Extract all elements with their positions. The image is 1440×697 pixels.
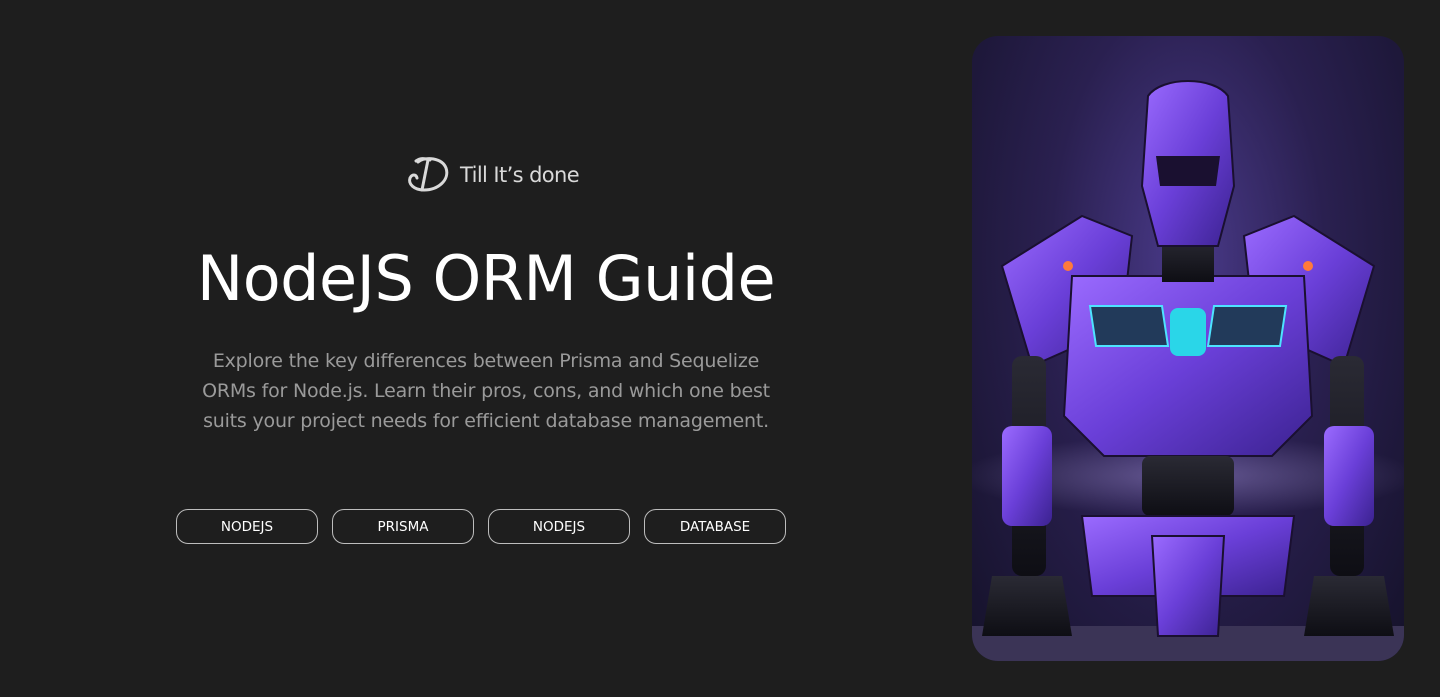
page-description: Explore the key differences between Pris… [202,350,770,432]
tag-list: NODEJS PRISMA NODEJS DATABASE [176,509,786,544]
tag-button-database[interactable]: DATABASE [644,509,786,544]
page-title: NodeJS ORM Guide [196,242,776,315]
tag-button-nodejs[interactable]: NODEJS [176,509,318,544]
tag-button-nodejs-2[interactable]: NODEJS [488,509,630,544]
tag-button-prisma[interactable]: PRISMA [332,509,474,544]
brand[interactable]: Till It’s done [404,152,580,198]
hero-content: Till It’s done NodeJS ORM Guide Explore … [0,0,972,697]
robot-icon [972,80,1404,661]
brand-name: Till It’s done [460,163,580,187]
robot-illustration [972,36,1404,661]
page: Till It’s done NodeJS ORM Guide Explore … [0,0,1440,697]
signature-logo-icon [404,152,452,198]
